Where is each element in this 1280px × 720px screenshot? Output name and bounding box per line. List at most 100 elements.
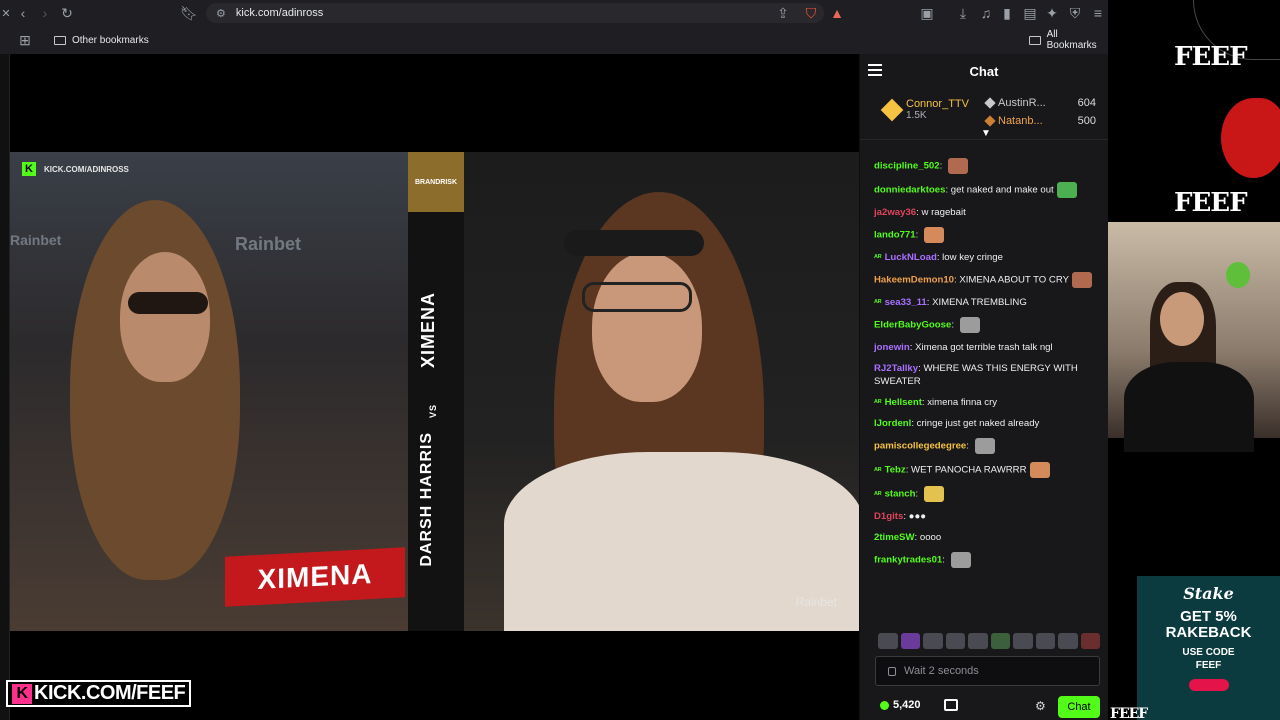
chat-username[interactable]: 2timeSW — [874, 532, 915, 543]
name-card: XIMENA — [225, 547, 405, 607]
leaderboard-second[interactable]: AustinR... 604 — [984, 97, 1096, 109]
share-icon[interactable]: ⇪ — [772, 2, 794, 24]
chat-text: w ragebait — [921, 207, 966, 218]
emote-button[interactable] — [1013, 633, 1033, 649]
music-icon[interactable]: ♫ — [975, 2, 997, 24]
emote-button[interactable] — [1035, 633, 1055, 649]
chat-separator: : — [966, 440, 972, 452]
chat-text: low key cringe — [942, 252, 1003, 263]
download-icon[interactable]: ⤓ — [952, 2, 974, 24]
chat-emote-icon — [1056, 182, 1077, 198]
webcam-feed — [1108, 222, 1280, 452]
background-sponsor: Rainbet — [235, 234, 302, 254]
rainbet-watermark: Rainbet — [795, 595, 837, 609]
chat-text: get naked and make out — [950, 184, 1054, 196]
emote-button[interactable] — [923, 633, 943, 649]
leaderboard-third[interactable]: Natanb... 500 — [984, 115, 1096, 127]
headband-icon — [564, 230, 704, 256]
yoshi-plush-icon — [1226, 262, 1250, 288]
chat-username[interactable]: donniedarktoes — [874, 185, 945, 196]
chat-username[interactable]: ja2way36 — [874, 207, 916, 218]
chat-message: HakeemDemon10: XIMENA ABOUT TO CRY — [874, 272, 1099, 288]
chat-username[interactable]: sea33_11 — [885, 297, 927, 308]
chat-header: Chat — [860, 54, 1108, 88]
all-bookmarks[interactable]: All Bookmarks — [1029, 29, 1108, 51]
chat-emote-icon — [959, 317, 980, 333]
brave-shield-icon[interactable]: ⛉ — [800, 2, 822, 24]
vertical-title-top: XIMENA — [418, 292, 438, 369]
collapse-chat-icon[interactable] — [868, 64, 882, 79]
wallet-icon[interactable]: ▤ — [1019, 2, 1041, 24]
chat-username[interactable]: frankytrades01 — [874, 555, 942, 566]
chat-message: pamiscollegedegree: — [874, 438, 1099, 454]
sunglasses-icon — [128, 292, 208, 314]
feef-logo: FEEF — [1174, 42, 1248, 72]
other-bookmarks[interactable]: Other bookmarks — [54, 35, 149, 46]
address-bar[interactable]: ⚙ kick.com/adinross — [206, 3, 824, 23]
channel-points[interactable]: 5,420 — [880, 699, 921, 711]
chat-message: jonewin: Ximena got terrible trash talk … — [874, 341, 1099, 354]
close-tab-icon[interactable]: ✕ — [0, 2, 12, 24]
chat-input[interactable]: Wait 2 seconds — [875, 656, 1100, 686]
brand-box: BRANDRISK — [408, 152, 464, 212]
emote-button[interactable] — [878, 633, 898, 649]
sidebar-icon[interactable]: ▮ — [996, 2, 1018, 24]
leader-name: Connor_TTV — [906, 98, 969, 110]
reload-icon[interactable]: ↻ — [56, 2, 78, 24]
bookmark-icon[interactable]: 🔖︎ — [178, 2, 200, 24]
video-player[interactable]: Rainbet Rainbet XIMENA K KICK.COM/ADINRO… — [10, 152, 859, 631]
stream-overlay-text: KICK.COM/FEEF — [34, 682, 186, 704]
apps-grid-icon[interactable]: ⊞ — [14, 29, 36, 51]
chat-username[interactable]: RJ2Tallky — [874, 363, 918, 374]
cast-icon[interactable]: ▣ — [916, 2, 938, 24]
ad-offer: GET 5% RAKEBACK — [1166, 609, 1252, 641]
emote-button[interactable] — [945, 633, 965, 649]
leo-icon[interactable]: ✦ — [1041, 2, 1063, 24]
chat-username[interactable]: Hellsent — [885, 397, 922, 408]
video-right-panel — [464, 152, 859, 631]
emote-button[interactable] — [900, 633, 920, 649]
chat-message: ElderBabyGoose: — [874, 317, 1099, 333]
emote-button[interactable] — [1058, 633, 1078, 649]
stream-side-overlay: FEEF FEEF Stake GET 5% RAKEBACK USE CODE… — [1108, 0, 1280, 720]
chat-username[interactable]: ElderBabyGoose — [874, 320, 951, 331]
gear-icon[interactable]: ⚙ — [1035, 699, 1046, 713]
chat-message: ja2way36: w ragebait — [874, 206, 1099, 219]
chat-username[interactable]: D1gits — [874, 511, 903, 522]
send-chat-button[interactable]: Chat — [1058, 696, 1100, 718]
chat-emote-icon — [1029, 462, 1050, 478]
chat-username[interactable]: discipline_502 — [874, 161, 940, 172]
subscriber-badge-icon: ᴬᴿ — [874, 253, 882, 262]
menu-icon[interactable]: ≡ — [1087, 2, 1109, 24]
store-icon[interactable] — [944, 699, 958, 711]
person-left-face — [120, 252, 210, 382]
rewards-icon[interactable]: ▲ — [826, 2, 848, 24]
chat-username[interactable]: lJordenl — [874, 418, 911, 429]
chat-username[interactable]: Tebz — [885, 465, 906, 476]
chat-message: RJ2Tallky: WHERE WAS THIS ENERGY WITH SW… — [874, 362, 1099, 388]
spiderman-icon — [1221, 98, 1280, 178]
emote-button[interactable] — [990, 633, 1010, 649]
chat-username[interactable]: LuckNLoad — [885, 252, 937, 263]
forward-icon[interactable]: › — [34, 2, 56, 24]
chat-message: ᴬᴿ sea33_11: XIMENA TREMBLING — [874, 296, 1099, 309]
chat-username[interactable]: stanch — [885, 489, 916, 500]
subscriber-badge-icon: ᴬᴿ — [874, 298, 882, 307]
vpn-icon[interactable]: ⛨ — [1064, 2, 1086, 24]
ad-code: FEEF — [1195, 660, 1222, 671]
expand-leaderboard-icon[interactable]: ▼ — [981, 128, 991, 139]
chat-username[interactable]: jonewin — [874, 342, 910, 353]
ad-button — [1188, 679, 1229, 691]
chat-username[interactable]: pamiscollegedegree — [874, 441, 966, 452]
emote-button[interactable] — [1080, 633, 1100, 649]
chat-username[interactable]: HakeemDemon10 — [874, 275, 954, 286]
chat-message: ᴬᴿ Hellsent: ximena finna cry — [874, 396, 1099, 409]
chat-separator: : — [915, 229, 921, 241]
video-divider-panel — [408, 152, 464, 631]
chat-username[interactable]: lando771 — [874, 230, 916, 241]
emote-button[interactable] — [968, 633, 988, 649]
folder-icon — [54, 35, 66, 45]
site-settings-icon[interactable]: ⚙ — [216, 7, 226, 20]
back-icon[interactable]: ‹ — [12, 2, 34, 24]
leaderboard-top[interactable]: Connor_TTV 1.5K — [880, 98, 969, 121]
